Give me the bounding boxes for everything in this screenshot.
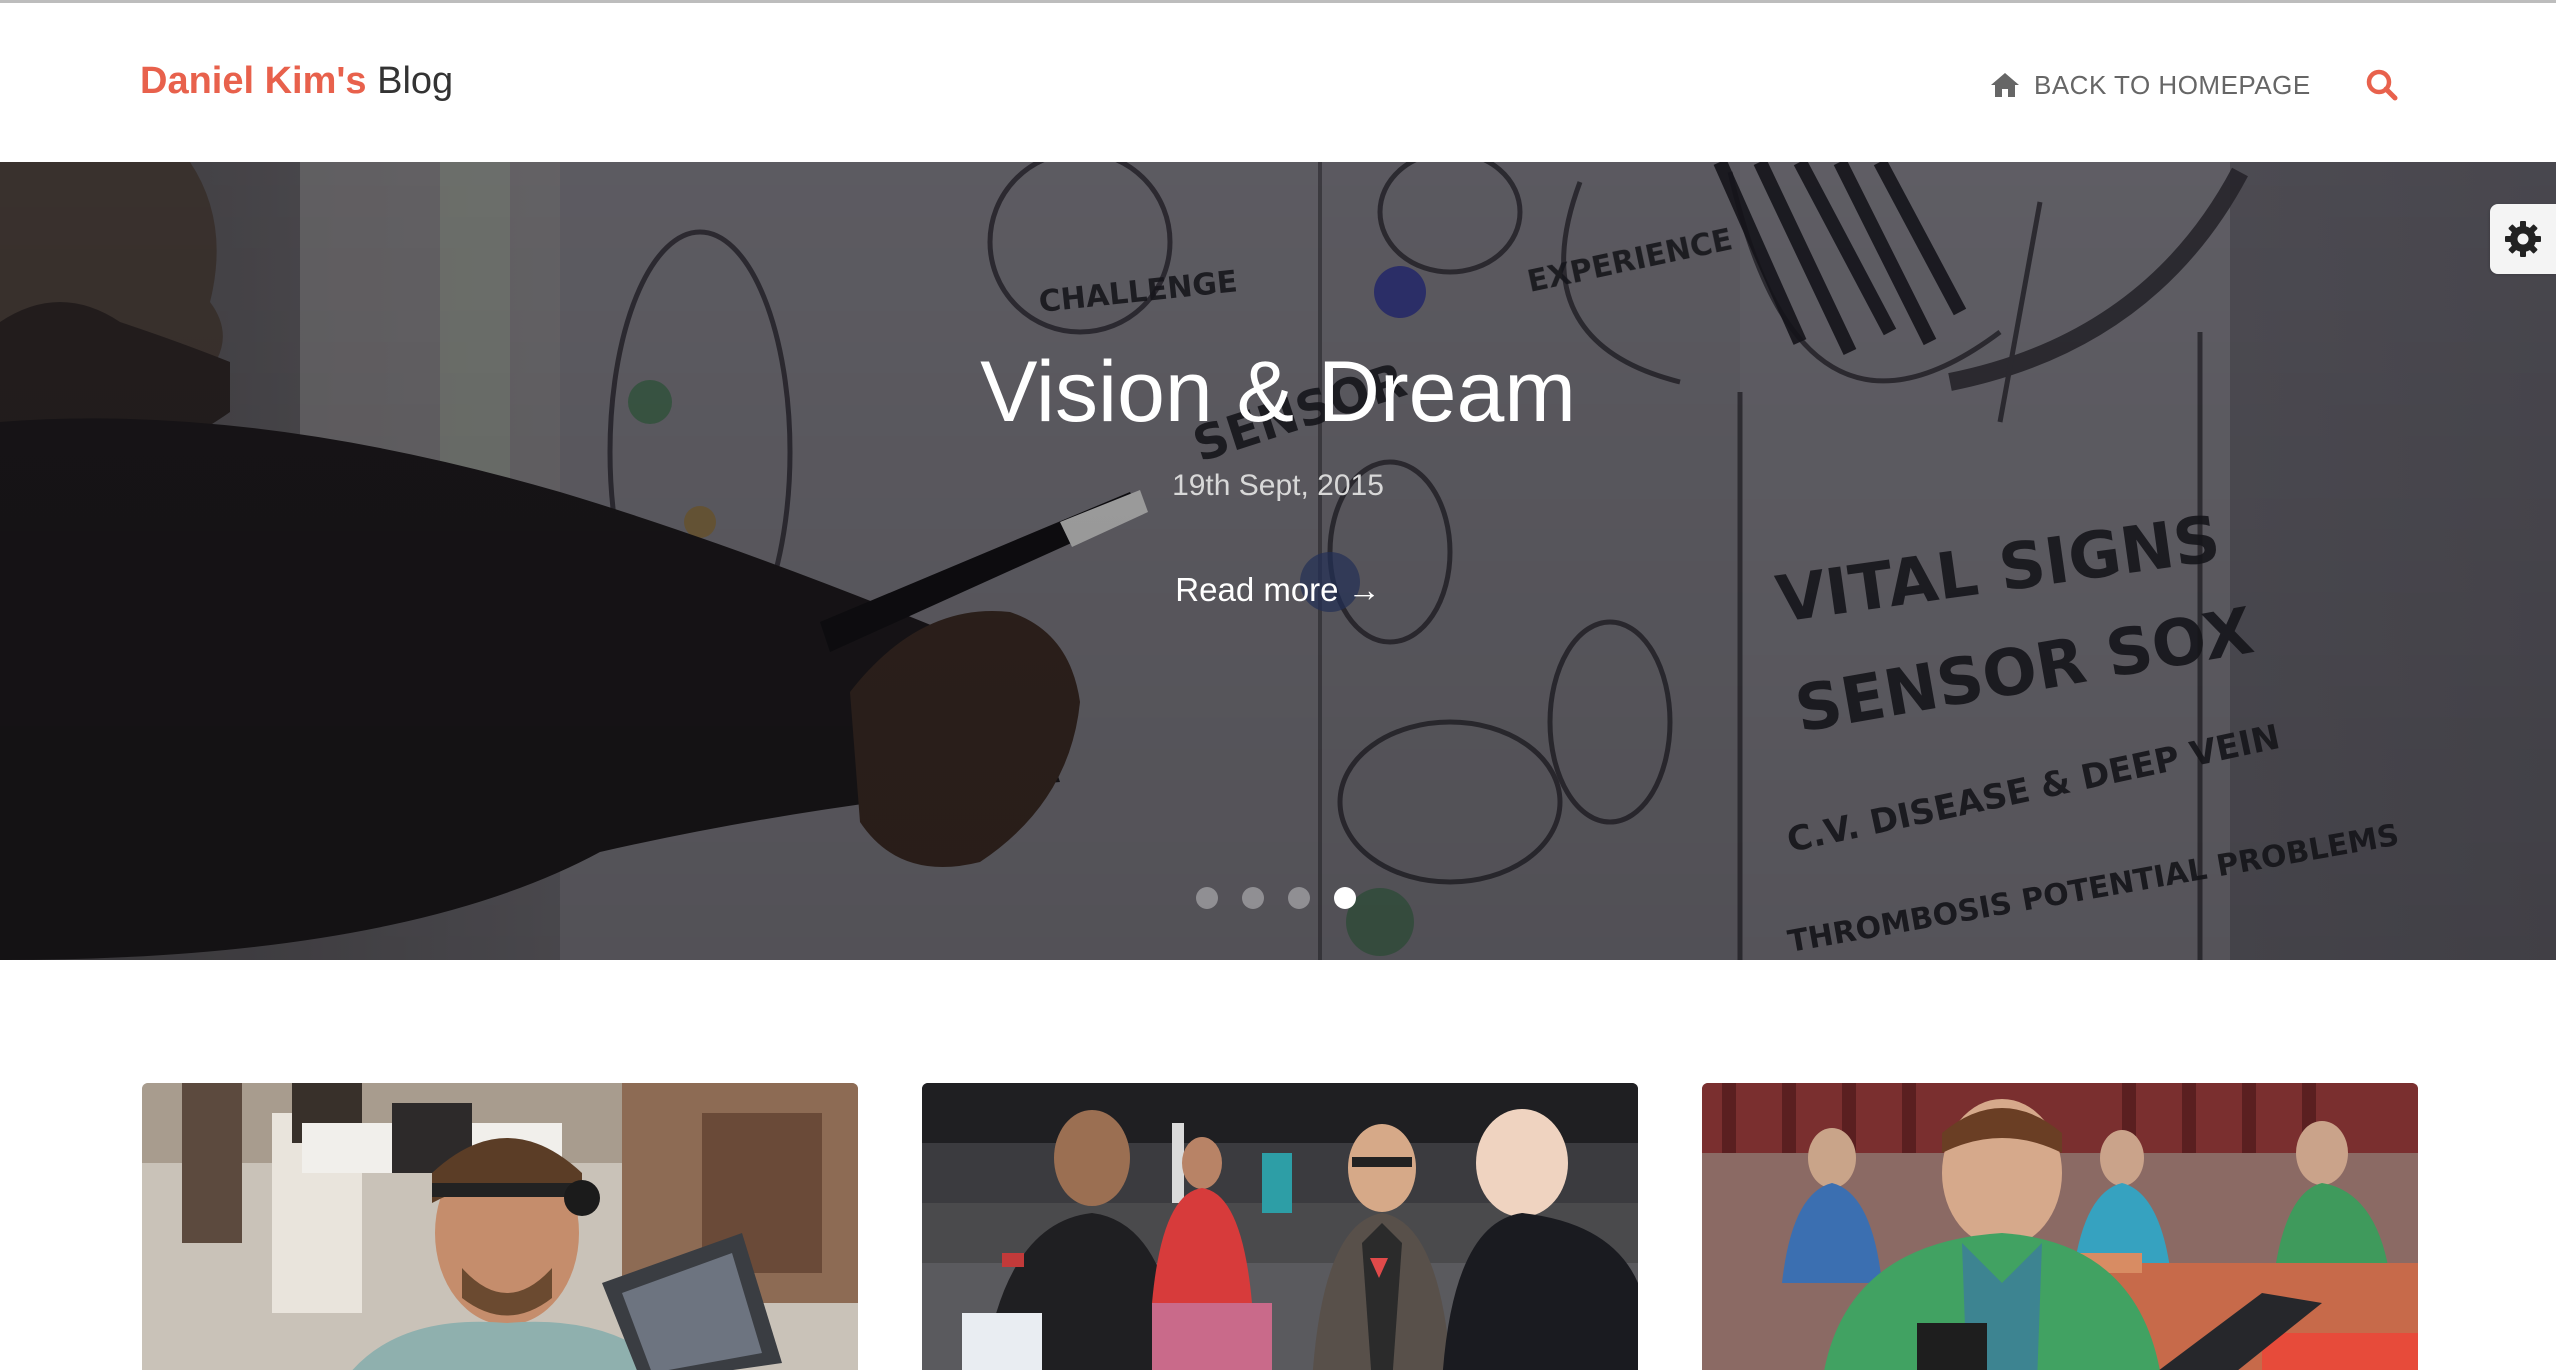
read-more-link[interactable]: Read more →	[0, 568, 2556, 612]
back-to-homepage-link[interactable]: BACK TO HOMEPAGE	[1990, 65, 2311, 105]
site-header: Daniel Kim's Blog BACK TO HOMEPAGE	[0, 0, 2556, 162]
brand-name[interactable]: Daniel Kim's	[140, 60, 367, 102]
search-button[interactable]	[2364, 65, 2400, 105]
site-brand[interactable]: Daniel Kim's Blog	[140, 59, 453, 103]
slider-dot-1[interactable]	[1196, 887, 1218, 909]
brand-suffix[interactable]: Blog	[377, 60, 453, 102]
home-icon	[1991, 73, 2019, 97]
hero-background-image: VITAL SIGNS SENSOR SOX C.V. DISEASE & DE…	[0, 162, 2556, 960]
post-card-3[interactable]	[1702, 1083, 2418, 1370]
search-icon	[2366, 69, 2398, 101]
post-card-1[interactable]	[142, 1083, 858, 1370]
gear-icon	[2505, 221, 2541, 257]
post-card-image-3	[1702, 1083, 2418, 1370]
settings-button[interactable]	[2490, 204, 2556, 274]
slider-dot-3[interactable]	[1288, 887, 1310, 909]
post-card-image-2	[922, 1083, 1638, 1370]
slider-pagination	[1196, 886, 1356, 910]
hero-date: 19th Sept, 2015	[1172, 469, 1384, 502]
post-card-2[interactable]	[922, 1083, 1638, 1370]
slider-dot-4[interactable]	[1334, 887, 1356, 909]
hero-title[interactable]: Vision & Dream	[0, 342, 2556, 442]
hero-slider: VITAL SIGNS SENSOR SOX C.V. DISEASE & DE…	[0, 162, 2556, 960]
back-to-homepage-label[interactable]: BACK TO HOMEPAGE	[2034, 70, 2311, 101]
slider-dot-2[interactable]	[1242, 887, 1264, 909]
page: Daniel Kim's Blog BACK TO HOMEPAGE Visio…	[0, 0, 2556, 1370]
post-card-image-1	[142, 1083, 858, 1370]
